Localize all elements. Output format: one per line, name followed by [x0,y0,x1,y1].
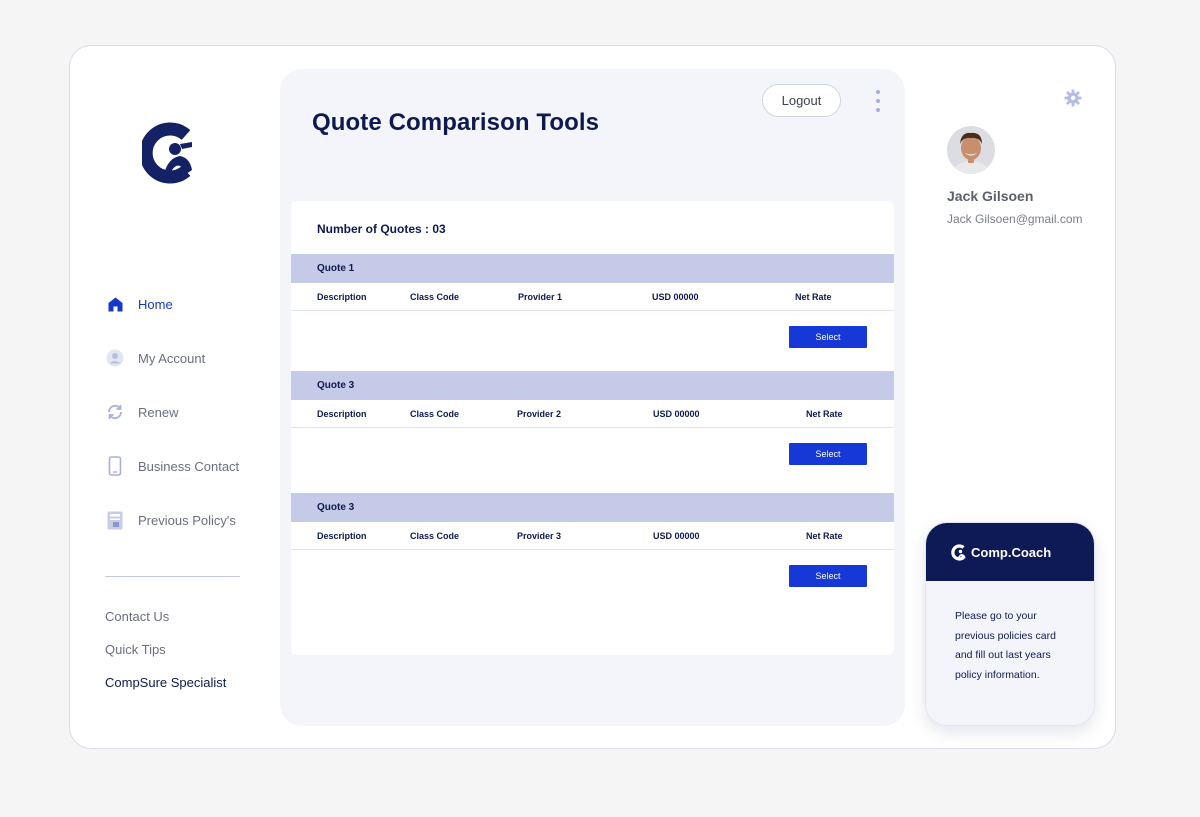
quote-net-rate: Net Rate [806,531,843,541]
quote-net-rate: Net Rate [795,292,832,302]
sidebar-item-business-contact[interactable]: Business Contact [105,450,239,482]
select-quote-button[interactable]: Select [789,443,867,465]
sidebar-item-label: My Account [138,350,206,366]
select-quote-button[interactable]: Select [789,326,867,348]
user-email: Jack Gilsoen@gmail.com [947,212,1083,226]
user-name: Jack Gilsoen [947,188,1034,204]
quote-price: USD 00000 [652,292,699,302]
quote-provider: Provider 1 [518,292,563,302]
quote-row: Description Class Code Provider 2 USD 00… [291,400,894,428]
quote-block: Quote 3 Description Class Code Provider … [291,371,894,465]
avatar[interactable] [947,126,995,174]
sidebar-item-label: Renew [138,404,179,420]
sidebar-item-previous-policys[interactable]: Previous Policy's [105,504,239,536]
coach-header: Comp.Coach [926,523,1094,581]
coach-logo-icon [951,543,966,561]
quote-row: Description Class Code Provider 3 USD 00… [291,522,894,550]
company-logo [142,122,192,184]
sidebar-nav: Home My Account Renew Business Contact P… [105,288,239,558]
coach-message: Please go to your previous policies card… [926,581,1094,725]
quote-count: Number of Quotes : 03 [317,222,446,236]
main-panel: Quote Comparison Tools Logout Number of … [280,69,905,726]
quote-provider: Provider 2 [517,409,562,419]
page-title: Quote Comparison Tools [312,109,600,136]
document-icon [105,510,125,530]
sidebar-divider [105,576,240,577]
quotes-card: Number of Quotes : 03 Quote 1 Descriptio… [291,201,894,655]
quote-block: Quote 3 Description Class Code Provider … [291,493,894,587]
quote-price: USD 00000 [653,409,700,419]
coach-card: Comp.Coach Please go to your previous po… [925,522,1095,726]
sidebar-item-my-account[interactable]: My Account [105,342,239,374]
quote-net-rate: Net Rate [806,409,843,419]
sidebar-item-label: Previous Policy's [138,512,236,528]
compsure-specialist-link[interactable]: CompSure Specialist [105,674,226,707]
sidebar-item-renew[interactable]: Renew [105,396,239,428]
quote-block: Quote 1 Description Class Code Provider … [291,254,894,348]
logout-button[interactable]: Logout [762,84,841,117]
more-options-icon[interactable] [874,90,882,112]
quote-title: Quote 3 [291,493,894,522]
quote-description: Description [317,292,367,302]
sidebar-item-label: Business Contact [138,458,240,474]
quote-title: Quote 1 [291,254,894,283]
quote-class-code: Class Code [410,531,460,541]
phone-icon [105,456,125,476]
quote-provider: Provider 3 [517,531,562,541]
renew-icon [105,402,125,422]
contact-us-link[interactable]: Contact Us [105,608,226,641]
sidebar-item-label: Home [138,296,173,312]
quote-description: Description [317,409,367,419]
quote-title: Quote 3 [291,371,894,400]
select-quote-button[interactable]: Select [789,565,867,587]
quote-price: USD 00000 [653,531,700,541]
sidebar-item-home[interactable]: Home [105,288,239,320]
coach-brand: Comp.Coach [971,544,1052,560]
home-icon [105,294,125,314]
quote-description: Description [317,531,367,541]
quote-class-code: Class Code [410,292,460,302]
user-icon [105,348,125,368]
quote-row: Description Class Code Provider 1 USD 00… [291,283,894,311]
sidebar-links: Contact Us Quick Tips CompSure Specialis… [105,608,226,707]
gear-icon[interactable] [1064,89,1082,107]
quote-class-code: Class Code [410,409,460,419]
quick-tips-link[interactable]: Quick Tips [105,641,226,674]
